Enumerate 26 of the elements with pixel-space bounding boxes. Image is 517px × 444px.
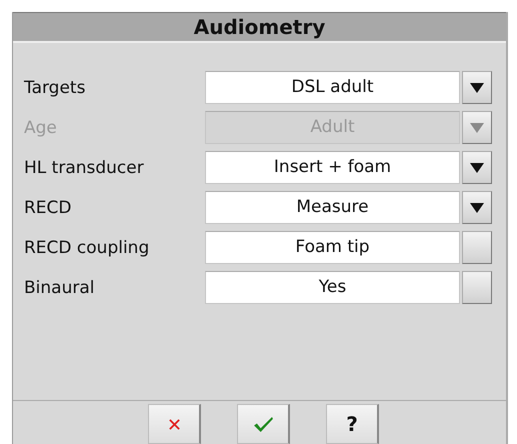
value-field[interactable]: DSL adult [205,71,460,104]
value-field[interactable]: Foam tip [205,231,460,264]
caret-icon [469,122,485,134]
field-label: HL transducer [23,158,145,178]
dropdown-button[interactable] [462,191,492,224]
field-label: RECD coupling [23,238,150,258]
value-field[interactable]: Measure [205,191,460,224]
field-label: Binaural [23,278,96,298]
cancel-button[interactable] [148,404,201,444]
value-field[interactable]: Yes [205,271,460,304]
close-icon [168,418,180,430]
window-title: Audiometry [13,12,506,43]
dropdown-button[interactable] [462,151,492,184]
ok-button[interactable] [237,404,290,444]
value-field[interactable]: Insert + foam [205,151,460,184]
dropdown-button[interactable] [462,71,492,104]
help-button[interactable]: ? [326,404,379,444]
caret-icon [469,162,485,174]
caret-icon [469,202,485,214]
field-label: Targets [23,78,86,98]
field-label: Age [23,118,58,138]
field-label: RECD [23,198,73,218]
checkmark-icon [252,416,274,432]
toggle-button[interactable] [462,271,492,304]
caret-icon [469,82,485,94]
toggle-button[interactable] [462,231,492,264]
